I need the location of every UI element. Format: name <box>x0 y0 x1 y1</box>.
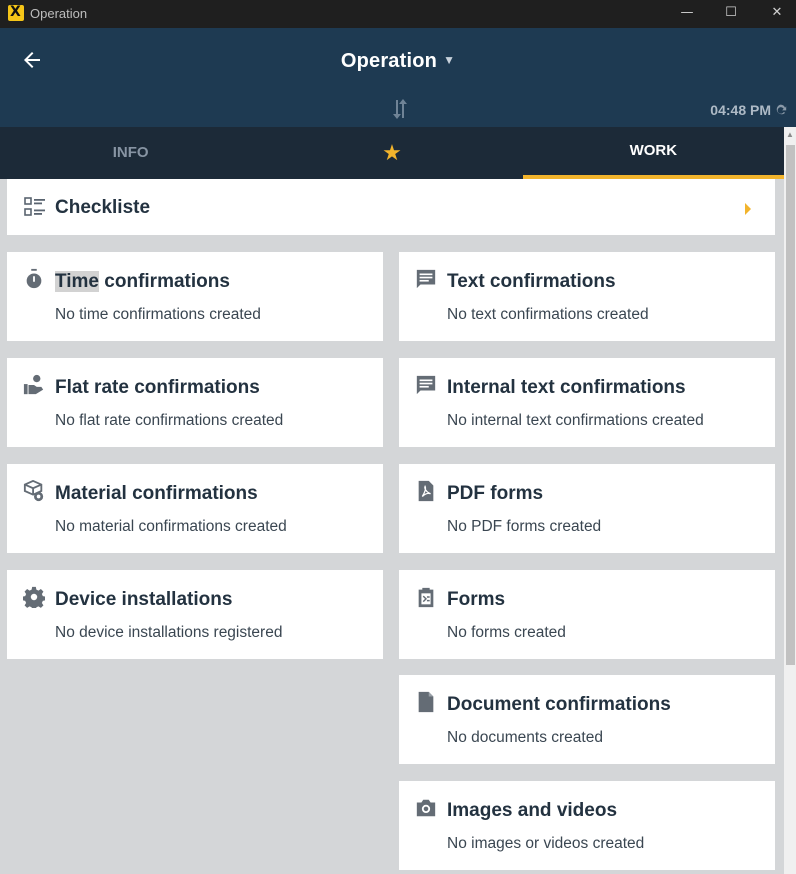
star-icon: ★ <box>382 140 402 165</box>
card-subtitle: No material confirmations created <box>55 518 287 535</box>
card-title: Forms <box>447 589 506 610</box>
tab-favorites[interactable]: ★ <box>261 127 522 179</box>
stopwatch-icon <box>26 268 42 289</box>
card-title-highlight: Time <box>55 271 100 292</box>
pdf-forms-card[interactable]: PDF forms No PDF forms created <box>399 464 775 553</box>
card-subtitle: No internal text confirmations created <box>447 412 704 429</box>
checklist-row[interactable]: Checkliste <box>7 179 775 235</box>
scroll-up-arrow-icon[interactable]: ▲ <box>784 128 796 142</box>
page-title[interactable]: Operation ▼ <box>0 50 796 73</box>
card-subtitle: No time confirmations created <box>55 306 261 323</box>
scrollbar-thumb[interactable] <box>786 145 795 665</box>
checklist-icon <box>24 197 45 216</box>
card-title: Device installations <box>55 589 233 610</box>
time-confirmations-card[interactable]: Time confirmations No time confirmations… <box>7 252 383 341</box>
card-title: Flat rate confirmations <box>55 377 260 398</box>
window-title: Operation <box>30 6 88 21</box>
card-title: Internal text confirmations <box>447 377 686 398</box>
app-header: Operation ▼ 04:48 PM <box>0 28 796 127</box>
sort-icon[interactable] <box>390 98 410 120</box>
camera-icon <box>416 799 436 817</box>
maximize-button[interactable]: ☐ <box>708 0 754 28</box>
sync-icon[interactable] <box>774 103 787 116</box>
package-icon <box>23 480 44 502</box>
chevron-down-icon: ▼ <box>443 52 456 67</box>
card-title: Text confirmations <box>447 271 616 292</box>
internal-text-confirmations-card[interactable]: Internal text confirmations No internal … <box>399 358 775 447</box>
card-subtitle: No flat rate confirmations created <box>55 412 284 429</box>
card-title-rest: confirmations <box>99 271 230 292</box>
app-logo-icon <box>8 4 24 21</box>
card-subtitle: No forms created <box>447 624 566 641</box>
current-time: 04:48 PM <box>710 102 771 118</box>
material-confirmations-card[interactable]: Material confirmations No material confi… <box>7 464 383 553</box>
card-subtitle: No PDF forms created <box>447 518 602 535</box>
pdf-icon <box>418 480 434 502</box>
device-installations-card[interactable]: Device installations No device installat… <box>7 570 383 659</box>
card-title: Images and videos <box>447 800 618 821</box>
forms-card[interactable]: Forms No forms created <box>399 570 775 659</box>
minimize-button[interactable]: — <box>664 0 710 28</box>
card-title: PDF forms <box>447 483 544 504</box>
checklist-label: Checkliste <box>55 197 151 218</box>
window-titlebar: Operation — ☐ ✕ <box>0 0 796 28</box>
message-icon <box>416 269 436 289</box>
document-icon <box>418 691 434 713</box>
page-title-label: Operation <box>340 50 438 72</box>
card-subtitle: No images or videos created <box>447 835 645 852</box>
close-button[interactable]: ✕ <box>754 0 796 28</box>
images-videos-card[interactable]: Images and videos No images or videos cr… <box>399 781 775 870</box>
card-subtitle: No documents created <box>447 729 603 746</box>
card-title: Material confirmations <box>55 483 258 504</box>
card-title: Document confirmations <box>447 694 671 715</box>
message-icon <box>416 375 436 395</box>
chevron-right-icon <box>745 203 751 215</box>
clipboard-icon <box>418 587 434 608</box>
card-subtitle: No text confirmations created <box>447 306 649 323</box>
card-title: Time confirmations <box>55 271 230 293</box>
gear-icon <box>23 586 45 608</box>
hand-coins-icon <box>23 374 44 395</box>
flat-rate-confirmations-card[interactable]: Flat rate confirmations No flat rate con… <box>7 358 383 447</box>
tab-bar: INFO ★ WORK <box>0 127 785 179</box>
document-confirmations-card[interactable]: Document confirmations No documents crea… <box>399 675 775 764</box>
tab-info[interactable]: INFO <box>0 127 261 179</box>
tab-work[interactable]: WORK <box>522 127 785 179</box>
text-confirmations-card[interactable]: Text confirmations No text confirmations… <box>399 252 775 341</box>
card-subtitle: No device installations registered <box>55 624 283 641</box>
